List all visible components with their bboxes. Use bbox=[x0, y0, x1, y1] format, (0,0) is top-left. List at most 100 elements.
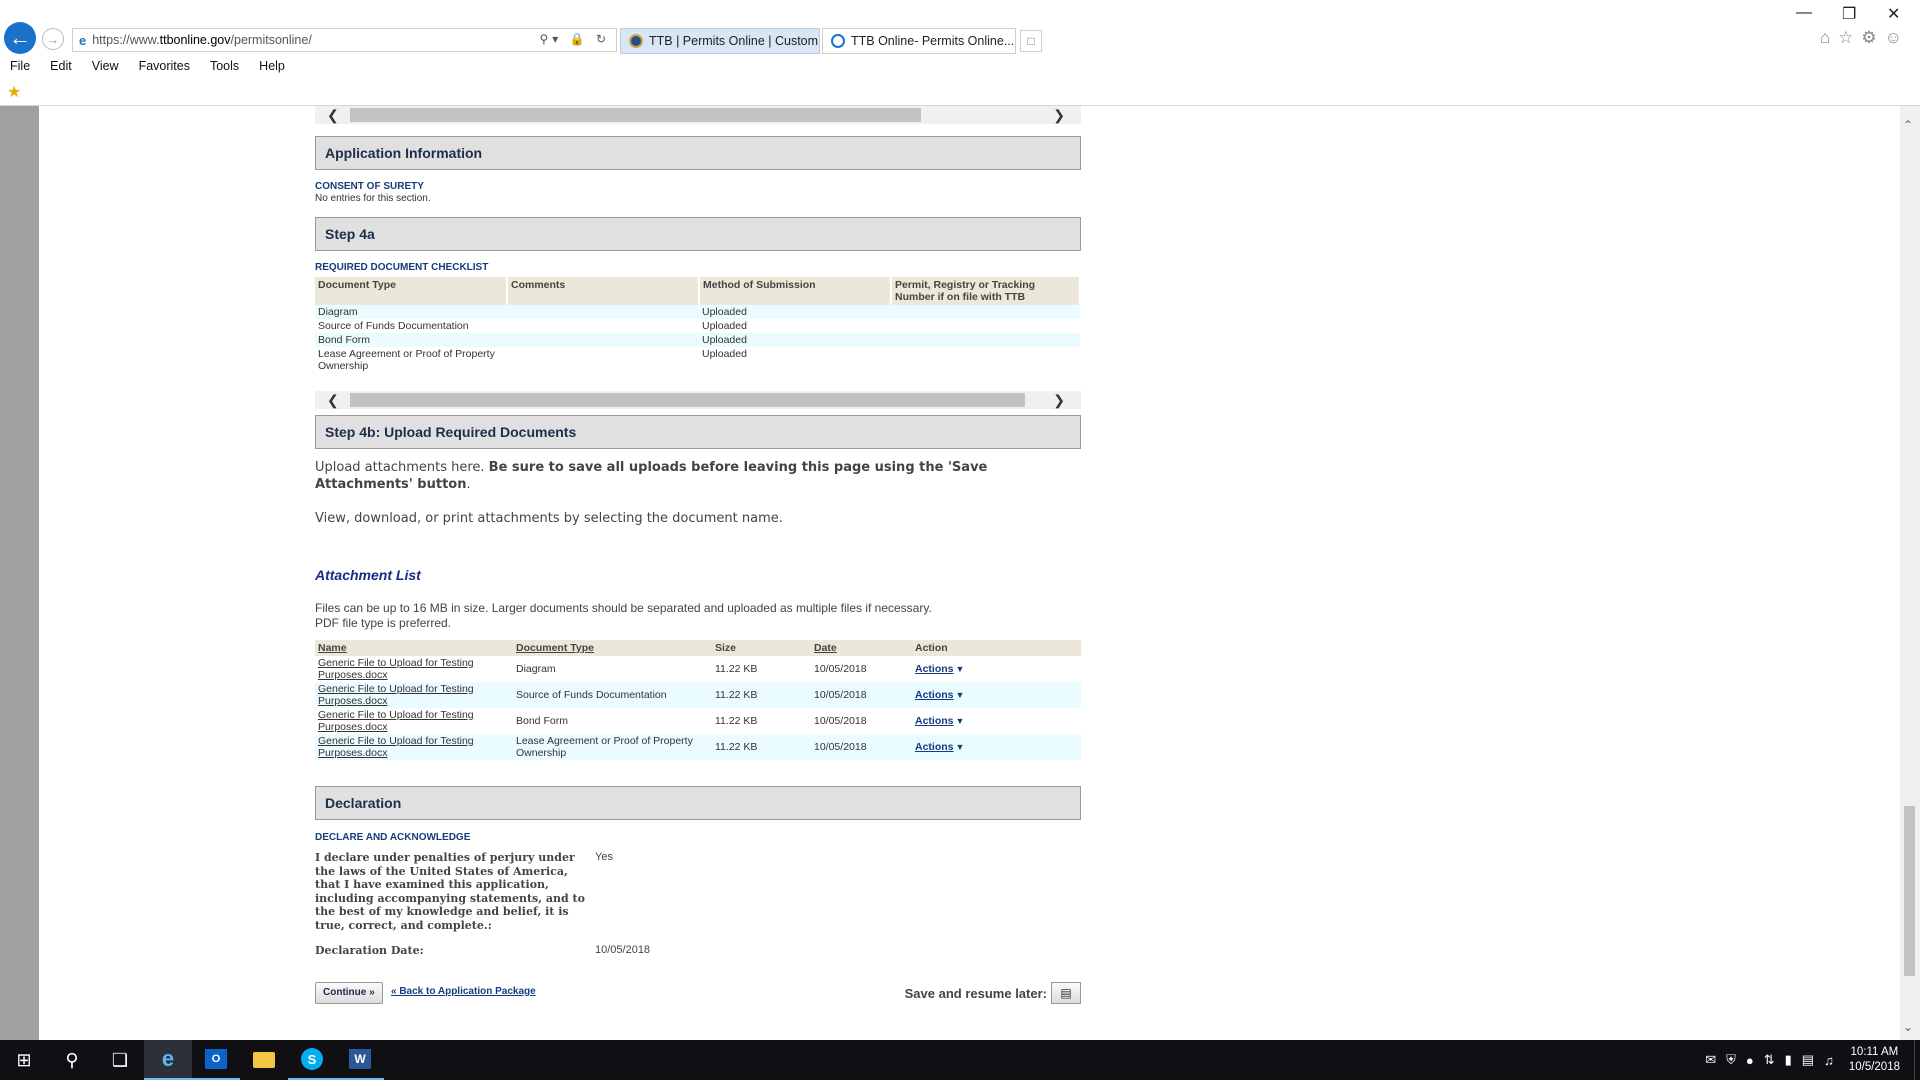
menu-tools[interactable]: Tools bbox=[200, 56, 249, 76]
actions-menu[interactable]: Actions ▼ bbox=[912, 656, 1081, 682]
column-header: Comments bbox=[507, 277, 700, 305]
address-tools-icons[interactable]: ⚲▾ 🔒 ↻ bbox=[540, 32, 610, 46]
tab-label: TTB Online- Permits Online... bbox=[851, 34, 1015, 48]
actions-menu[interactable]: Actions ▼ bbox=[912, 708, 1081, 734]
save-and-resume-button[interactable]: ▤ bbox=[1051, 981, 1081, 1004]
table-row: Generic File to Upload for Testing Purpo… bbox=[315, 682, 1081, 708]
method-cell: Uploaded bbox=[702, 320, 747, 332]
chevron-down-icon[interactable]: ▼ bbox=[956, 742, 965, 752]
system-tray: ✉ ⛨ ● ⇅ ▮ ▤ ♫ 10:11 AM 10/5/2018 bbox=[1700, 1040, 1920, 1080]
actions-label[interactable]: Actions bbox=[915, 741, 954, 753]
outlook-taskbar-icon[interactable]: O bbox=[192, 1040, 240, 1080]
clock-date: 10/5/2018 bbox=[1848, 1061, 1900, 1073]
horizontal-scroll-thumb[interactable] bbox=[350, 393, 1025, 407]
declaration-statement: I declare under penalties of perjury und… bbox=[315, 851, 585, 932]
skype-taskbar-icon[interactable]: S bbox=[288, 1040, 336, 1080]
scroll-left-icon[interactable]: ❮ bbox=[327, 391, 339, 409]
actions-label[interactable]: Actions bbox=[915, 689, 954, 701]
declaration-date-value: 10/05/2018 bbox=[595, 944, 651, 956]
permit-cell bbox=[891, 333, 1080, 347]
chevron-down-icon[interactable]: ▼ bbox=[956, 690, 965, 700]
task-view-icon[interactable]: ❏ bbox=[96, 1040, 144, 1080]
form-footer: Continue » « Back to Application Package… bbox=[315, 981, 1081, 1006]
address-bar[interactable]: e https://www. ttbonline.gov/permitsonlin… bbox=[72, 28, 617, 52]
menu-favorites[interactable]: Favorites bbox=[129, 56, 200, 76]
step-4b-header: Step 4b: Upload Required Documents bbox=[315, 415, 1081, 449]
save-and-resume-label: Save and resume later: bbox=[904, 985, 1047, 1001]
close-window-icon[interactable]: ✕ bbox=[1887, 4, 1900, 24]
battery-icon[interactable]: ▮ bbox=[1785, 1052, 1792, 1068]
show-desktop-button[interactable] bbox=[1914, 1040, 1920, 1080]
clock-time: 10:11 AM bbox=[1850, 1046, 1899, 1058]
scroll-left-icon[interactable]: ❮ bbox=[327, 106, 339, 124]
menu-edit[interactable]: Edit bbox=[40, 56, 82, 76]
search-icon[interactable]: ⚲ bbox=[48, 1040, 96, 1080]
internet-explorer-taskbar-icon[interactable]: e bbox=[144, 1040, 192, 1080]
comments-cell bbox=[507, 347, 699, 373]
horizontal-scrollbar-middle[interactable]: ❮ ❯ bbox=[315, 391, 1081, 409]
date-cell: 10/05/2018 bbox=[814, 715, 867, 727]
attachment-name-link[interactable]: Generic File to Upload for Testing Purpo… bbox=[315, 734, 513, 760]
volume-icon[interactable]: ♫ bbox=[1824, 1053, 1834, 1068]
actions-menu[interactable]: Actions ▼ bbox=[912, 734, 1081, 760]
horizontal-scroll-thumb[interactable] bbox=[350, 108, 921, 122]
consent-of-surety-title: CONSENT OF SURETY bbox=[315, 181, 424, 192]
document-type-column-header[interactable]: Document Type bbox=[513, 640, 712, 656]
application-information-header: Application Information bbox=[315, 136, 1081, 170]
scroll-right-icon[interactable]: ❯ bbox=[1053, 106, 1065, 124]
file-size-note-line: Files can be up to 16 MB in size. Larger… bbox=[315, 601, 932, 615]
minimize-icon[interactable]: — bbox=[1796, 4, 1812, 22]
attachment-name-link[interactable]: Generic File to Upload for Testing Purpo… bbox=[315, 656, 513, 682]
word-taskbar-icon[interactable]: W bbox=[336, 1040, 384, 1080]
menu-file[interactable]: File bbox=[0, 56, 40, 76]
scroll-down-icon[interactable]: ⌄ bbox=[1903, 1020, 1913, 1034]
vertical-scrollbar[interactable]: ⌃ ⌄ bbox=[1900, 106, 1920, 1040]
start-windows-icon[interactable]: ⊞ bbox=[0, 1040, 48, 1080]
table-row: Lease Agreement or Proof of Property Own… bbox=[315, 347, 1080, 373]
name-column-header[interactable]: Name bbox=[315, 640, 513, 656]
scroll-up-icon[interactable]: ⌃ bbox=[1903, 118, 1913, 132]
menu-help[interactable]: Help bbox=[249, 56, 295, 76]
forward-arrow-icon[interactable]: → bbox=[42, 28, 64, 50]
back-arrow-icon[interactable]: ← bbox=[4, 22, 36, 54]
sync-tray-icon[interactable]: ⇅ bbox=[1764, 1052, 1775, 1068]
tab-permits-online-active[interactable]: TTB | Permits Online | Custom... bbox=[620, 28, 820, 54]
vertical-scroll-thumb[interactable] bbox=[1904, 806, 1915, 976]
new-tab-button[interactable]: □ bbox=[1020, 30, 1042, 52]
required-document-checklist-title: REQUIRED DOCUMENT CHECKLIST bbox=[315, 262, 489, 273]
chevron-down-icon[interactable]: ▼ bbox=[956, 716, 965, 726]
document-type-cell: Bond Form bbox=[315, 333, 507, 347]
date-column-header[interactable]: Date bbox=[811, 640, 912, 656]
file-explorer-taskbar-icon[interactable] bbox=[240, 1040, 288, 1080]
table-row: Generic File to Upload for Testing Purpo… bbox=[315, 656, 1081, 682]
attachment-name-link[interactable]: Generic File to Upload for Testing Purpo… bbox=[315, 682, 513, 708]
chevron-down-icon[interactable]: ▼ bbox=[956, 664, 965, 674]
actions-label[interactable]: Actions bbox=[915, 663, 954, 675]
actions-menu[interactable]: Actions ▼ bbox=[912, 682, 1081, 708]
file-size-note: Files can be up to 16 MB in size. Larger… bbox=[315, 601, 1081, 631]
document-type-cell: Source of Funds Documentation bbox=[513, 682, 712, 708]
security-shield-icon[interactable]: ⛨ bbox=[1726, 1052, 1736, 1068]
continue-button[interactable]: Continue » bbox=[315, 981, 383, 1004]
restore-icon[interactable]: ❐ bbox=[1842, 4, 1856, 24]
browser-toolbar-icons[interactable]: ⌂☆⚙☺ bbox=[1820, 28, 1910, 48]
scroll-right-icon[interactable]: ❯ bbox=[1053, 391, 1065, 409]
favorites-star-icon[interactable]: ★ bbox=[7, 82, 21, 102]
attachment-name-link[interactable]: Generic File to Upload for Testing Purpo… bbox=[315, 708, 513, 734]
ttb-seal-icon bbox=[629, 34, 643, 48]
back-to-application-package-link[interactable]: « Back to Application Package bbox=[391, 986, 536, 997]
skype-tray-icon[interactable]: ● bbox=[1746, 1053, 1754, 1068]
network-icon[interactable]: ▤ bbox=[1802, 1052, 1814, 1068]
clock[interactable]: 10:11 AM 10/5/2018 bbox=[1849, 1045, 1900, 1075]
outlook-tray-icon[interactable]: ✉ bbox=[1705, 1052, 1716, 1068]
method-cell: Uploaded bbox=[702, 348, 747, 360]
date-cell: 10/05/2018 bbox=[811, 682, 912, 708]
menu-view[interactable]: View bbox=[82, 56, 129, 76]
size-cell: 11.22 KB bbox=[712, 734, 811, 760]
tab-permits-online[interactable]: TTB Online- Permits Online... ✕ bbox=[822, 28, 1016, 54]
actions-label[interactable]: Actions bbox=[915, 715, 954, 727]
horizontal-scrollbar-top[interactable]: ❮ ❯ bbox=[315, 106, 1081, 124]
close-tab-icon[interactable]: ✕ bbox=[1014, 33, 1015, 50]
menu-bar: File Edit View Favorites Tools Help bbox=[0, 56, 295, 76]
table-row: Generic File to Upload for Testing Purpo… bbox=[315, 708, 1081, 734]
